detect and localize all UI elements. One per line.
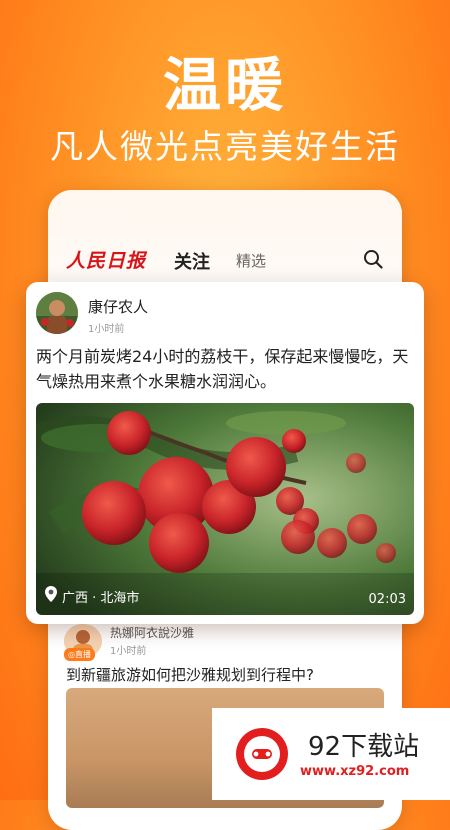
post-time: 1小时前	[110, 646, 147, 657]
watermark-banner: 92下载站 www.xz92.com	[212, 708, 450, 800]
app-logo: 人民日报	[66, 250, 147, 272]
post-title[interactable]: 到新疆旅游如何把沙雅规划到行程中?	[66, 664, 314, 685]
post-time: 1小时前	[88, 324, 125, 335]
promo-headline: 温暖	[162, 51, 287, 119]
watermark-name: 92下载站	[308, 732, 420, 762]
tab-follow[interactable]: 关注	[174, 248, 210, 274]
promo-subline: 凡人微光点亮美好生活	[50, 127, 400, 166]
watermark-url: www.xz92.com	[300, 764, 410, 779]
post-author[interactable]: 康仔农人	[88, 296, 148, 317]
search-icon[interactable]	[362, 248, 384, 270]
video-duration: 02:03	[368, 592, 406, 607]
tab-picks[interactable]: 精选	[236, 250, 266, 271]
location-pin-icon	[44, 585, 58, 607]
location-tag[interactable]: 广西 · 北海市	[44, 585, 139, 607]
live-badge: ◎直播	[64, 648, 95, 661]
location-text: 广西 · 北海市	[62, 590, 140, 606]
feed-post-1[interactable]: 康仔农人 1小时前 两个月前炭烤24小时的荔枝干，保存起来慢慢吃，天气燥热用来煮…	[26, 282, 424, 624]
post-video-thumbnail[interactable]: 广西 · 北海市 02:03	[36, 403, 414, 615]
app-header: 人民日报 关注 精选	[48, 190, 402, 280]
post-author[interactable]: 热娜阿衣說沙雅	[110, 624, 194, 641]
avatar[interactable]	[36, 292, 78, 334]
post-text[interactable]: 两个月前炭烤24小时的荔枝干，保存起来慢慢吃，天气燥热用来煮个水果糖水润润心。	[36, 344, 416, 394]
watermark-logo-icon	[232, 724, 292, 784]
